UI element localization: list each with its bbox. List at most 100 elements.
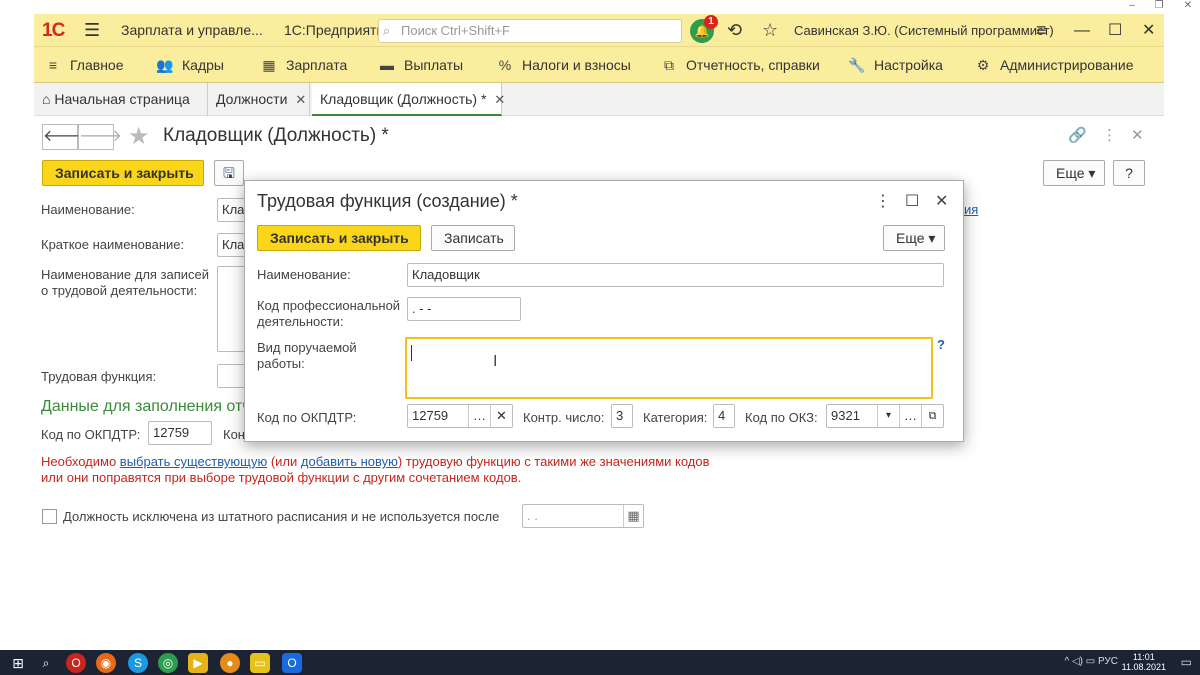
okpdtr-field[interactable]: 12759 xyxy=(148,421,212,445)
folder-icon[interactable]: ▭ xyxy=(250,653,270,673)
wallet-icon: ▬ xyxy=(380,57,394,73)
more-button[interactable]: Еще ▾ xyxy=(1043,160,1105,186)
percent-icon: % xyxy=(498,57,512,73)
close-tab-icon[interactable]: ✕ xyxy=(295,92,306,107)
partial-link[interactable]: ия xyxy=(964,202,978,217)
app-logo: 1С xyxy=(42,20,65,41)
select-button[interactable]: … xyxy=(899,405,921,427)
favorite-star-icon[interactable]: ★ xyxy=(128,122,150,151)
excluded-label: Должность исключена из штатного расписан… xyxy=(63,509,500,524)
open-icon[interactable]: ⧉ xyxy=(921,405,943,427)
menu-item-admin[interactable]: ⚙ Администрирование xyxy=(972,47,1134,83)
system-tray: ^ ◁) ▭ РУС xyxy=(1064,656,1118,667)
dialog-save-button[interactable]: Записать xyxy=(431,225,515,251)
save-close-button[interactable]: Записать и закрыть xyxy=(42,160,204,186)
menu-item-settings[interactable]: 🔧 Настройка xyxy=(846,47,943,83)
dialog-title: Трудовая функция (создание) * xyxy=(257,191,518,211)
firefox-icon[interactable]: ◉ xyxy=(96,653,116,673)
search-placeholder: Поиск Ctrl+Shift+F xyxy=(401,23,510,38)
chrome-icon[interactable]: ◎ xyxy=(158,653,178,673)
control-number-field[interactable]: 3 xyxy=(611,404,633,428)
history-icon[interactable]: ⟲ xyxy=(727,14,742,47)
tab-positions[interactable]: Должности ✕ xyxy=(208,83,310,116)
clock: 11:01 11.08.2021 xyxy=(1121,652,1166,672)
control-number-label: Контр. число: xyxy=(523,410,605,425)
maximize-app-icon[interactable]: ☐ xyxy=(1108,14,1122,47)
dialog-okpdtr-label: Код по ОКПДТР: xyxy=(257,410,357,425)
dropdown-icon[interactable]: ▾ xyxy=(877,405,899,427)
work-type-label: Вид поручаемой работы: xyxy=(257,340,357,371)
help-mark[interactable]: ? xyxy=(937,337,945,352)
dialog-okpdtr-field[interactable]: 12759 … ✕ xyxy=(407,404,513,428)
okz-label: Код по ОКЗ: xyxy=(745,410,818,425)
current-user[interactable]: Савинская З.Ю. (Системный программист) xyxy=(794,14,1054,47)
settings-menu-icon[interactable]: ≡ xyxy=(1036,14,1047,47)
tab-bar: ⌂ Начальная страница Должности ✕ Кладовщи… xyxy=(34,83,1164,116)
search-input[interactable]: ⌕ Поиск Ctrl+Shift+F xyxy=(378,19,682,43)
text-cursor xyxy=(411,345,412,361)
choose-existing-link[interactable]: выбрать существующую xyxy=(120,454,267,469)
platform-name: 1С:Предприятие xyxy=(284,22,393,38)
menu-item-payments[interactable]: ▬ Выплаты xyxy=(376,47,463,83)
excluded-date-field[interactable]: . . ▦ xyxy=(522,504,644,528)
wrench-icon: 🔧 xyxy=(848,57,866,73)
menu-item-salary[interactable]: ▦ Зарплата xyxy=(258,47,347,83)
minimize-icon[interactable]: – xyxy=(1129,0,1135,14)
hamburger-icon[interactable]: ☰ xyxy=(84,14,100,47)
calendar-icon[interactable]: ▦ xyxy=(623,505,643,527)
menu-item-main[interactable]: ≡ Главное xyxy=(42,47,124,83)
opera-icon[interactable]: O xyxy=(66,653,86,673)
menu-item-reports[interactable]: ⧉ Отчетность, справки xyxy=(658,47,820,83)
dialog-name-field[interactable]: Кладовщик xyxy=(407,263,944,287)
app-icon[interactable]: ● xyxy=(220,653,240,673)
back-button[interactable]: 🡐 xyxy=(42,124,86,150)
okpdtr-label: Код по ОКПДТР: xyxy=(41,427,141,442)
link-icon[interactable]: 🔗 xyxy=(1068,126,1087,144)
close-form-icon[interactable]: ✕ xyxy=(1131,126,1144,144)
clear-icon[interactable]: ✕ xyxy=(490,405,512,427)
close-tab-icon[interactable]: ✕ xyxy=(494,92,505,107)
select-button[interactable]: … xyxy=(468,405,490,427)
search-icon[interactable]: ⌕ xyxy=(36,653,56,673)
close-dialog-icon[interactable]: ✕ xyxy=(935,191,948,211)
minimize-app-icon[interactable]: — xyxy=(1074,14,1090,47)
maximize-dialog-icon[interactable]: ☐ xyxy=(905,191,919,211)
more-vertical-icon[interactable]: ⋮ xyxy=(1102,126,1117,144)
notification-badge: 1 xyxy=(704,15,718,29)
close-app-icon[interactable]: ✕ xyxy=(1142,14,1155,47)
more-vertical-icon[interactable]: ⋮ xyxy=(875,191,891,211)
okz-field[interactable]: 9321 ▾ … ⧉ xyxy=(826,404,944,428)
prof-code-label: Код профессиональной деятельности: xyxy=(257,298,401,329)
tab-storekeeper[interactable]: Кладовщик (Должность) * ✕ xyxy=(312,83,505,116)
notification-center-icon[interactable]: ▭ xyxy=(1181,655,1192,669)
close-icon[interactable]: ✕ xyxy=(1184,0,1192,14)
media-icon[interactable]: ▶ xyxy=(188,653,208,673)
save-icon[interactable]: 🖫 xyxy=(214,160,244,186)
favorites-icon[interactable]: ☆ xyxy=(762,14,778,47)
app-title: Зарплата и управле... xyxy=(121,22,263,38)
labor-function-dialog: Трудовая функция (создание) * ⋮ ☐ ✕ Запи… xyxy=(244,180,964,442)
work-type-field[interactable]: I xyxy=(405,337,933,399)
add-new-link[interactable]: добавить новую xyxy=(301,454,398,469)
people-icon: 👥 xyxy=(156,57,174,73)
calculator-icon: ▦ xyxy=(262,57,276,73)
labor-function-label: Трудовая функция: xyxy=(41,369,157,384)
category-field[interactable]: 4 xyxy=(713,404,735,428)
taskbar: ⊞ ⌕ O ◉ S ◎ ▶ ● ▭ O ^ ◁) ▭ РУС 11:01 11.… xyxy=(0,650,1200,675)
dialog-save-close-button[interactable]: Записать и закрыть xyxy=(257,225,421,251)
excluded-checkbox[interactable] xyxy=(42,509,57,524)
home-icon: ⌂ xyxy=(42,91,51,107)
forward-button[interactable]: 🡒 xyxy=(78,124,122,150)
help-button[interactable]: ? xyxy=(1113,160,1145,186)
tab-home[interactable]: ⌂ Начальная страница xyxy=(34,83,208,116)
windows-start-icon[interactable]: ⊞ xyxy=(8,653,28,673)
prof-code-field[interactable]: . - - xyxy=(407,297,521,321)
dialog-more-button[interactable]: Еще ▾ xyxy=(883,225,945,251)
menu-item-staff[interactable]: 👥 Кадры xyxy=(154,47,224,83)
outlook-icon[interactable]: O xyxy=(282,653,302,673)
work-record-name-label: Наименование для записей о трудовой деят… xyxy=(41,267,210,298)
skype-icon[interactable]: S xyxy=(128,653,148,673)
restore-icon[interactable]: ❐ xyxy=(1155,0,1164,14)
menu-item-taxes[interactable]: % Налоги и взносы xyxy=(494,47,631,83)
warning-message: Необходимо выбрать существующую (или доб… xyxy=(41,454,710,485)
